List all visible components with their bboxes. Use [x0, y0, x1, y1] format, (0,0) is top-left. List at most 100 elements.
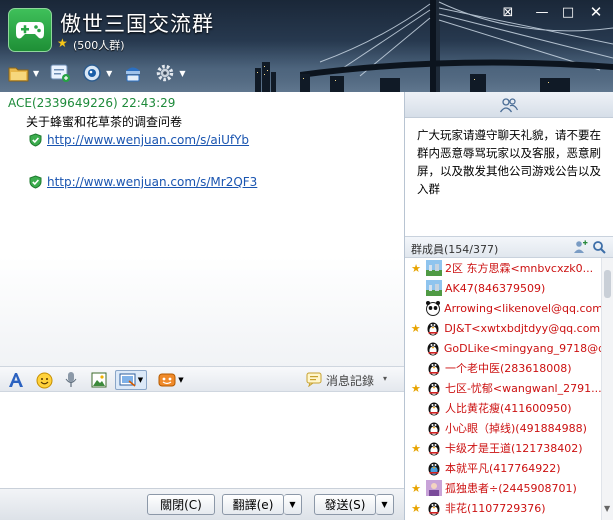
magic-expression-button[interactable]: ▼ [156, 370, 186, 390]
member-row[interactable]: ★ DJ&T<xwtxbdjtdyy@qq.com> [405, 318, 601, 338]
group-app-button[interactable] [49, 63, 71, 83]
voice-button[interactable] [61, 370, 81, 390]
chat-history[interactable]: ACE(2339649226) 22:43:29 关于蜂蜜和花草茶的调查问卷 h… [0, 92, 404, 366]
members-header: 群成員(154/377) [405, 236, 613, 258]
member-name: 小心眼（掉线)(491884988) [445, 422, 587, 435]
member-name: 孤独患者÷(2445908701) [445, 482, 577, 495]
avatar [426, 260, 442, 276]
send-options-button[interactable]: ▼ [376, 494, 394, 515]
announcement-header [405, 92, 613, 118]
microphone-icon [65, 372, 77, 387]
smiley-icon [36, 372, 52, 388]
input-toolbar: ▼ ▼ 消息記錄 ▾ [0, 366, 404, 392]
message-history-button[interactable]: 消息記錄 [326, 372, 374, 389]
font-button[interactable] [6, 370, 26, 390]
member-row[interactable]: 一个老中医(283618008) [405, 358, 601, 378]
gamepad-icon [16, 22, 44, 39]
avatar [426, 280, 442, 296]
avatar [426, 380, 442, 396]
app-logo [8, 8, 52, 52]
avatar [425, 300, 441, 316]
gear-icon [157, 64, 174, 82]
member-limit-label: (500人群) [73, 39, 125, 52]
shield-check-icon [29, 175, 42, 189]
video-icon [83, 64, 101, 82]
add-member-icon[interactable] [573, 240, 588, 254]
message-text: 关于蜂蜜和花草茶的调查问卷 [26, 115, 183, 129]
skin-button[interactable]: ⊠ [500, 3, 516, 21]
message-link-row: http://www.wenjuan.com/s/aiUfYb [29, 133, 249, 147]
member-name: DJ&T<xwtxbdjtdyy@qq.com> [444, 321, 601, 335]
member-name: 一个老中医(283618008) [445, 362, 572, 375]
avatar [425, 340, 441, 356]
scroll-down-arrow[interactable]: ▼ [604, 504, 610, 513]
chevron-down-icon[interactable]: ▾ [383, 374, 387, 383]
chevron-down-icon: ▼ [106, 68, 113, 78]
member-rank-star-icon: ★ [410, 321, 421, 335]
member-row[interactable]: 本就平凡(417764922) [405, 458, 601, 478]
member-list[interactable]: ★ 2区 东方思霖<mnbvcxzk0... AK47(846379509) Arro… [405, 258, 601, 520]
member-rank-star-icon: ★ [411, 481, 421, 495]
files-button[interactable]: ▼ [8, 64, 39, 82]
shield-check-icon [29, 133, 42, 147]
sharing-icon [126, 67, 141, 82]
member-row[interactable]: ★ 卡级才是王道(121738402) [405, 438, 601, 458]
group-app-icon [50, 64, 71, 82]
avatar [426, 440, 442, 456]
survey-link-1[interactable]: http://www.wenjuan.com/s/aiUfYb [47, 133, 249, 147]
avatar [426, 400, 442, 416]
member-rank-star-icon: ★ [411, 261, 421, 275]
member-row[interactable]: ★ 七区-忧郁<wangwanl_2791... [405, 378, 601, 398]
avatar [426, 480, 442, 496]
message-link-row: http://www.wenjuan.com/s/Mr2QF3 [29, 175, 257, 189]
close-window-button[interactable]: ✕ [582, 3, 610, 21]
screenshot-icon [119, 373, 136, 387]
member-row[interactable]: 小心眼（掉线)(491884988) [405, 418, 601, 438]
avatar [426, 360, 442, 376]
settings-button[interactable]: ▼ [154, 63, 185, 83]
member-row[interactable]: 人比黄花瘦(411600950) [405, 398, 601, 418]
member-name: 2区 东方思霖<mnbvcxzk0... [445, 262, 594, 275]
member-list-scrollbar[interactable]: ▼ [601, 258, 613, 520]
member-name: AK47(846379509) [445, 281, 546, 295]
screenshot-button[interactable]: ▼ [115, 370, 147, 390]
main-toolbar: ▼ ▼ ▼ [8, 60, 195, 86]
translate-button[interactable]: 翻譯(e) [222, 494, 284, 515]
minimize-button[interactable]: — [530, 3, 554, 21]
message-input[interactable] [0, 392, 404, 488]
member-row[interactable]: ★ 孤独患者÷(2445908701) [405, 478, 601, 498]
member-name: GoDLike<mingyang_9718@q... [443, 341, 601, 355]
group-members-icon [499, 97, 519, 112]
image-button[interactable] [89, 370, 109, 390]
video-button[interactable]: ▼ [81, 63, 112, 83]
right-panel: 广大玩家请遵守聊天礼貌，请不要在群内恶意辱骂玩家以及客服，恶意刷屏，以及散发其他… [404, 92, 613, 520]
translate-options-button[interactable]: ▼ [284, 494, 302, 515]
member-name: Arrowing<likenovel@qq.com> [444, 301, 601, 315]
group-announcement: 广大玩家请遵守聊天礼貌，请不要在群内恶意辱骂玩家以及客服，恶意刷屏，以及散发其他… [417, 128, 601, 196]
send-button[interactable]: 發送(S) [314, 494, 376, 515]
search-icon[interactable] [592, 240, 606, 254]
chevron-down-icon: ▼ [137, 376, 144, 384]
rank-star-icon: ★ [57, 36, 68, 50]
chevron-down-icon: ▼ [179, 68, 186, 78]
magic-face-icon [158, 373, 176, 387]
member-row[interactable]: ★ 非花(1107729376) [405, 498, 601, 518]
member-row[interactable]: GoDLike<mingyang_9718@q... [405, 338, 601, 358]
scrollbar-thumb[interactable] [604, 270, 611, 298]
member-rank-star-icon: ★ [411, 441, 421, 455]
history-icon [306, 372, 322, 387]
survey-link-2[interactable]: http://www.wenjuan.com/s/Mr2QF3 [47, 175, 257, 189]
member-row[interactable]: ★ 2区 东方思霖<mnbvcxzk0... [405, 258, 601, 278]
close-button[interactable]: 關閉(C) [147, 494, 215, 515]
members-count: 群成員(154/377) [411, 243, 499, 256]
member-row[interactable]: Arrowing<likenovel@qq.com> [405, 298, 601, 318]
emoji-button[interactable] [34, 370, 54, 390]
avatar [425, 320, 441, 336]
member-row[interactable]: AK47(846379509) [405, 278, 601, 298]
font-icon [9, 373, 23, 387]
image-icon [91, 372, 107, 388]
sharing-button[interactable] [122, 63, 144, 83]
group-title: 傲世三国交流群 [60, 12, 214, 36]
member-rank-star-icon: ★ [411, 501, 421, 515]
maximize-button[interactable]: □ [556, 3, 580, 21]
